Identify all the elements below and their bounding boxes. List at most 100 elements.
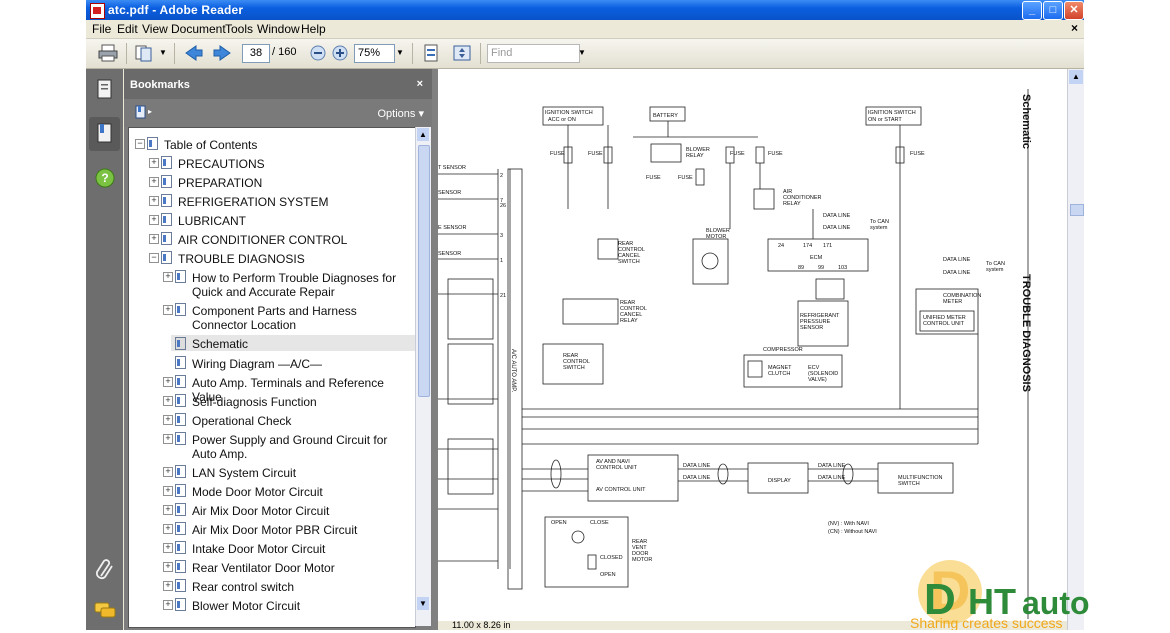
help-icon[interactable]: ? — [92, 165, 118, 191]
bookmarks-tab-active[interactable] — [89, 117, 120, 151]
menu-view[interactable]: View — [142, 22, 168, 36]
zoom-level-input[interactable]: 75% — [354, 44, 395, 63]
maximize-button[interactable]: □ — [1043, 1, 1063, 20]
expand-icon[interactable]: + — [163, 396, 173, 406]
page-number-input[interactable]: 38 — [242, 44, 270, 63]
bookmarks-close-icon[interactable]: × — [417, 78, 423, 90]
svg-text:DATA LINE: DATA LINE — [683, 463, 711, 469]
scroll-up-icon[interactable]: ▲ — [1069, 70, 1083, 84]
toolbar: ▼ 38 / 160 75% ▼ Find ▼ — [86, 39, 1084, 69]
bookmark-precautions[interactable]: PRECAUTIONS — [178, 157, 265, 171]
minimize-button[interactable]: _ — [1022, 1, 1042, 20]
previous-page-icon[interactable] — [184, 44, 204, 62]
expand-icon[interactable]: + — [163, 305, 173, 315]
document-close-icon[interactable]: × — [1071, 21, 1078, 35]
bookmarks-options-menu[interactable]: Options ▾ — [378, 107, 425, 120]
expand-icon[interactable]: + — [163, 486, 173, 496]
bookmark-wiring-diagram[interactable]: Wiring Diagram —A/C— — [192, 357, 322, 371]
expand-icon[interactable]: + — [149, 158, 159, 168]
bookmark-refrigeration-system[interactable]: REFRIGERATION SYSTEM — [178, 195, 328, 209]
svg-text:T SENSOR: T SENSOR — [438, 165, 466, 171]
bookmark-page-icon — [161, 232, 172, 245]
zoom-in-icon[interactable] — [330, 44, 350, 62]
bookmark-page-icon — [161, 251, 172, 264]
svg-text:▸: ▸ — [148, 107, 152, 116]
find-dropdown-icon[interactable]: ▼ — [578, 48, 586, 57]
bookmarks-vertical-scrollbar[interactable]: ▲ ▼ — [415, 127, 431, 626]
menu-help[interactable]: Help — [301, 22, 326, 36]
zoom-out-icon[interactable] — [308, 44, 328, 62]
bookmark-how-to-perform[interactable]: How to Perform Trouble Diagnoses for Qui… — [192, 271, 407, 299]
close-button[interactable]: ✕ — [1064, 1, 1084, 20]
scrollbar-thumb[interactable] — [418, 145, 430, 397]
expand-icon[interactable]: + — [163, 377, 173, 387]
bookmark-lubricant[interactable]: LUBRICANT — [178, 214, 246, 228]
bookmark-air-mix-door-pbr[interactable]: Air Mix Door Motor PBR Circuit — [192, 523, 357, 537]
bookmark-page-icon — [175, 432, 186, 445]
zoom-dropdown-icon[interactable]: ▼ — [396, 48, 404, 57]
attachment-paperclip-icon[interactable] — [92, 556, 118, 582]
bookmark-operational-check[interactable]: Operational Check — [192, 414, 291, 428]
pages-icon[interactable] — [134, 44, 154, 62]
expand-icon[interactable]: + — [149, 234, 159, 244]
bookmarks-header: Bookmarks × — [124, 69, 432, 99]
pages-panel-icon[interactable] — [92, 77, 118, 103]
bookmark-mode-door-motor[interactable]: Mode Door Motor Circuit — [192, 485, 323, 499]
svg-text:DATA LINE: DATA LINE — [818, 475, 846, 481]
print-icon[interactable] — [98, 44, 118, 62]
pdf-page: IGNITION SWITCH ACC or ON BATTERY IGNITI… — [438, 69, 1067, 621]
expand-icon[interactable]: + — [163, 562, 173, 572]
bookmark-air-mix-door-motor[interactable]: Air Mix Door Motor Circuit — [192, 504, 329, 518]
collapse-icon[interactable]: − — [149, 253, 159, 263]
menu-edit[interactable]: Edit — [117, 22, 138, 36]
collapse-icon[interactable]: − — [135, 139, 145, 149]
expand-icon[interactable]: + — [149, 215, 159, 225]
svg-text:COMPRESSOR: COMPRESSOR — [763, 347, 803, 353]
scrollbar-thumb[interactable] — [1070, 204, 1084, 216]
bookmark-lan-system[interactable]: LAN System Circuit — [192, 466, 296, 480]
navigation-tab-strip: ? — [86, 69, 123, 630]
expand-icon[interactable]: + — [163, 272, 173, 282]
menu-document[interactable]: Document — [171, 22, 226, 36]
bookmark-component-parts[interactable]: Component Parts and Harness Connector Lo… — [192, 304, 412, 332]
bookmark-page-icon — [175, 484, 186, 497]
expand-icon[interactable]: + — [163, 415, 173, 425]
expand-icon[interactable]: + — [163, 581, 173, 591]
bookmark-trouble-diagnosis[interactable]: TROUBLE DIAGNOSIS — [178, 252, 305, 266]
find-input[interactable]: Find — [487, 44, 580, 63]
expand-icon[interactable]: + — [163, 524, 173, 534]
bookmark-page-icon — [175, 560, 186, 573]
expand-icon[interactable]: + — [163, 505, 173, 515]
bookmark-rear-ventilator-door[interactable]: Rear Ventilator Door Motor — [192, 561, 335, 575]
bookmark-schematic[interactable]: Schematic — [192, 337, 248, 351]
menu-window[interactable]: Window — [257, 22, 300, 36]
expand-icon[interactable]: + — [163, 600, 173, 610]
bookmark-table-of-contents[interactable]: Table of Contents — [164, 138, 257, 152]
bookmark-intake-door-motor[interactable]: Intake Door Motor Circuit — [192, 542, 325, 556]
bookmark-air-conditioner-control[interactable]: AIR CONDITIONER CONTROL — [178, 233, 347, 247]
bookmark-page-icon — [147, 137, 158, 150]
expand-icon[interactable]: + — [163, 467, 173, 477]
bookmark-self-diagnosis[interactable]: Self-diagnosis Function — [192, 395, 317, 409]
bookmark-rear-control-switch[interactable]: Rear control switch — [192, 580, 294, 594]
svg-text:ON or START: ON or START — [868, 117, 902, 123]
expand-bookmark-icon[interactable]: ▸ — [134, 104, 152, 120]
next-page-icon[interactable] — [212, 44, 232, 62]
fit-page-icon[interactable] — [421, 44, 441, 62]
expand-icon[interactable]: + — [149, 196, 159, 206]
bookmark-power-supply[interactable]: Power Supply and Ground Circuit for Auto… — [192, 433, 410, 461]
expand-icon[interactable]: + — [163, 434, 173, 444]
bookmark-preparation[interactable]: PREPARATION — [178, 176, 262, 190]
expand-icon[interactable]: + — [163, 543, 173, 553]
menu-file[interactable]: File — [92, 22, 111, 36]
scroll-down-icon[interactable]: ▼ — [417, 597, 429, 610]
svg-text:ECM: ECM — [810, 255, 823, 261]
comments-icon[interactable] — [92, 597, 118, 623]
bookmark-page-icon — [175, 413, 186, 426]
menu-tools[interactable]: Tools — [225, 22, 253, 36]
expand-icon[interactable]: + — [149, 177, 159, 187]
scroll-up-icon[interactable]: ▲ — [417, 128, 429, 141]
full-screen-icon[interactable] — [452, 44, 472, 62]
bookmark-blower-motor-circuit[interactable]: Blower Motor Circuit — [192, 599, 300, 613]
chevron-down-icon[interactable]: ▼ — [159, 48, 167, 57]
